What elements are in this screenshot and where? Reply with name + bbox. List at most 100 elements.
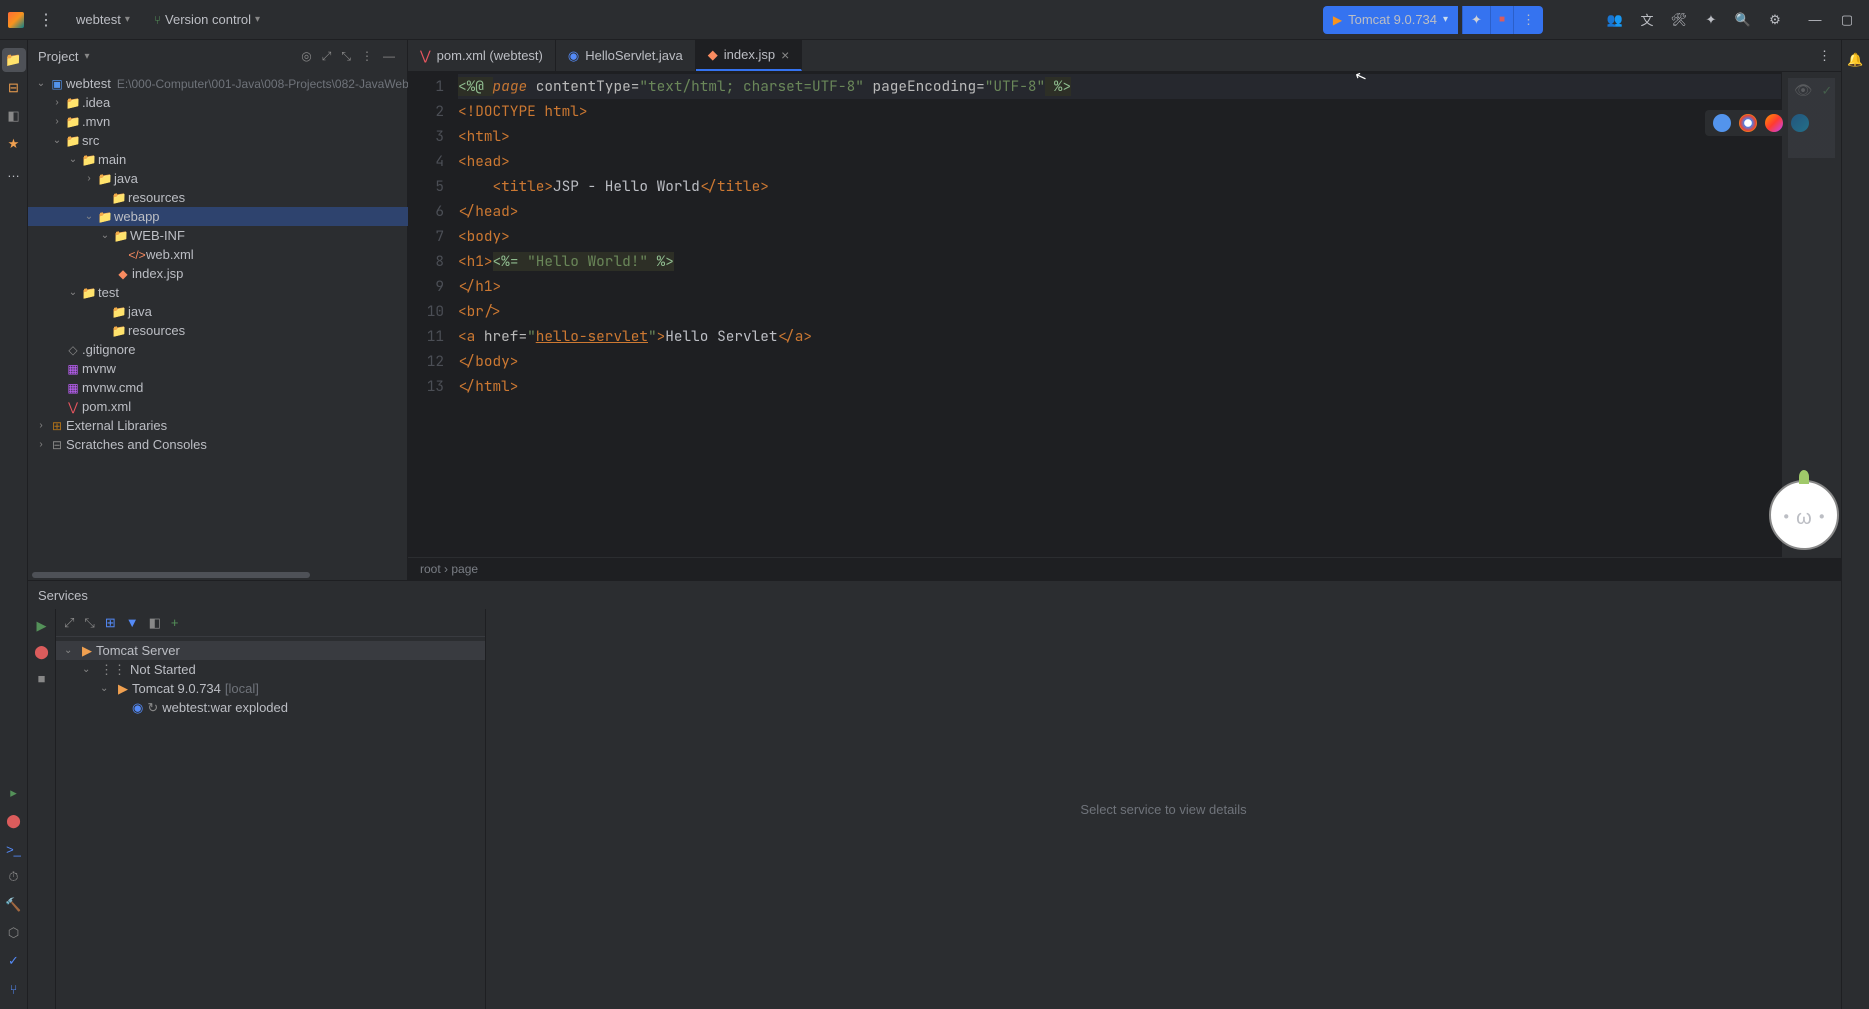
- service-row[interactable]: ⌄ ▶ Tomcat Server: [56, 641, 485, 660]
- service-row[interactable]: ◉ ↻ webtest:war exploded: [56, 698, 485, 717]
- builtin-preview-icon[interactable]: [1713, 114, 1731, 132]
- debug-service-button[interactable]: ⬤: [31, 641, 53, 663]
- code-token: contentType=: [527, 77, 639, 96]
- service-row[interactable]: ⌄ ⋮⋮ Not Started: [56, 660, 485, 679]
- chevron-right-icon: ›: [34, 439, 48, 450]
- tree-row[interactable]: › ⊟ Scratches and Consoles: [28, 435, 408, 454]
- tab-jsp[interactable]: ◆ index.jsp ×: [696, 40, 803, 71]
- minimize-icon[interactable]: —: [1801, 6, 1829, 34]
- terminal-tool-button[interactable]: >_: [2, 837, 26, 861]
- collapse-all-icon[interactable]: ⤡: [339, 47, 353, 66]
- run-more-button[interactable]: ⋮: [1513, 6, 1543, 34]
- debug-button[interactable]: ✦: [1462, 6, 1490, 34]
- code-token: pageEncoding=: [864, 77, 985, 96]
- tree-label: main: [98, 152, 126, 167]
- notifications-icon[interactable]: 🔔: [1844, 48, 1868, 72]
- tree-row[interactable]: ⋁ pom.xml: [28, 397, 408, 416]
- tree-row-selected[interactable]: ⌄ 📁 webapp: [28, 207, 408, 226]
- code-token: JSP - Hello World: [553, 177, 700, 196]
- services-panel: Services ▶ ⬤ ■ ⤢ ⤡ ⊞ ▼ ◧: [28, 580, 1841, 1009]
- tab-servlet[interactable]: ◉ HelloServlet.java: [556, 40, 696, 71]
- tomcat-icon: ▶: [118, 681, 128, 697]
- tree-row[interactable]: ⌄ 📁 main: [28, 150, 408, 169]
- search-icon[interactable]: 🔍: [1729, 6, 1757, 34]
- build-tool-button[interactable]: 🔨: [2, 893, 26, 917]
- run-service-button[interactable]: ▶: [31, 615, 53, 637]
- layout-icon[interactable]: ◧: [149, 615, 161, 631]
- tools-icon[interactable]: 🛠: [1665, 6, 1693, 34]
- tree-row[interactable]: › 📁 .idea: [28, 93, 408, 112]
- code-content[interactable]: <%@ page contentType="text/html; charset…: [458, 72, 1781, 557]
- tree-row[interactable]: › ⊞ External Libraries: [28, 416, 408, 435]
- commit-tool-button[interactable]: ⊟: [2, 76, 26, 100]
- folder-icon: 📁: [80, 286, 98, 300]
- collapse-icon[interactable]: ⤡: [84, 615, 94, 631]
- project-selector[interactable]: webtest ▾: [68, 9, 138, 30]
- tree-label: .idea: [82, 95, 110, 110]
- left-tool-rail: 📁 ⊟ ◧ ★ … ▸ ⬤ >_ ⏱ 🔨 ⬡ ✓ ⑂: [0, 40, 28, 1009]
- structure-tool-button[interactable]: ◧: [2, 104, 26, 128]
- service-row[interactable]: ⌄ ▶ Tomcat 9.0.734 [local]: [56, 679, 485, 698]
- tree-row[interactable]: ⌄ 📁 WEB-INF: [28, 226, 408, 245]
- tree-row[interactable]: ⌄ 📁 test: [28, 283, 408, 302]
- stop-service-button[interactable]: ■: [31, 667, 53, 689]
- translate-icon[interactable]: 文: [1633, 6, 1661, 34]
- ai-assistant-icon[interactable]: ✦: [1697, 6, 1725, 34]
- hide-panel-icon[interactable]: —: [381, 47, 397, 65]
- grid-icon[interactable]: ⊞: [105, 615, 116, 631]
- tree-row[interactable]: ▦ mvnw: [28, 359, 408, 378]
- select-opened-file-icon[interactable]: ◎: [299, 47, 313, 65]
- project-tool-button[interactable]: 📁: [2, 48, 26, 72]
- tree-row[interactable]: ▦ mvnw.cmd: [28, 378, 408, 397]
- run-configuration-selector[interactable]: ▶ Tomcat 9.0.734 ▾: [1323, 6, 1458, 34]
- project-tree[interactable]: ⌄ ▣ webtest E:\000-Computer\001-Java\008…: [28, 72, 408, 570]
- vcs-selector[interactable]: ⑂ Version control ▾: [146, 9, 268, 30]
- right-tool-rail: 🔔: [1841, 40, 1869, 1009]
- tab-pom[interactable]: ⋁ pom.xml (webtest): [408, 40, 556, 71]
- panel-options-icon[interactable]: ⋮: [359, 47, 375, 65]
- horizontal-scrollbar[interactable]: [32, 572, 403, 578]
- tree-row[interactable]: </> web.xml: [28, 245, 408, 264]
- services-tree[interactable]: ⌄ ▶ Tomcat Server ⌄ ⋮⋮ Not Started ⌄: [56, 637, 485, 1009]
- close-tab-icon[interactable]: ×: [781, 47, 789, 63]
- code-token: Hello Servlet: [665, 327, 777, 346]
- add-service-icon[interactable]: +: [171, 615, 179, 630]
- firefox-icon[interactable]: [1765, 114, 1783, 132]
- stop-button[interactable]: ■: [1490, 6, 1513, 34]
- more-tool-button[interactable]: …: [2, 160, 26, 184]
- settings-icon[interactable]: ⚙: [1761, 6, 1789, 34]
- expand-icon[interactable]: ⤢: [64, 615, 74, 631]
- tabs-more-icon[interactable]: ⋮: [1808, 40, 1841, 71]
- chevron-down-icon[interactable]: ▾: [84, 51, 89, 62]
- tree-row-root[interactable]: ⌄ ▣ webtest E:\000-Computer\001-Java\008…: [28, 74, 408, 93]
- tree-path-hint: E:\000-Computer\001-Java\008-Projects\08…: [117, 77, 408, 91]
- services-tool-button[interactable]: ⏱: [2, 865, 26, 889]
- tree-row[interactable]: ◆ index.jsp: [28, 264, 408, 283]
- tree-row[interactable]: 📁 java: [28, 302, 408, 321]
- tree-row[interactable]: 📁 resources: [28, 321, 408, 340]
- problems-tool-button[interactable]: ⬡: [2, 921, 26, 945]
- code-token: </body>: [458, 352, 518, 371]
- tree-row[interactable]: › 📁 java: [28, 169, 408, 188]
- editor-breadcrumbs[interactable]: root › page: [408, 557, 1841, 580]
- tree-row[interactable]: ⌄ 📁 src: [28, 131, 408, 150]
- code-with-me-icon[interactable]: 👥: [1601, 6, 1629, 34]
- tree-row[interactable]: › 📁 .mvn: [28, 112, 408, 131]
- resources-folder-icon: 📁: [110, 191, 128, 205]
- maximize-icon[interactable]: ▢: [1833, 6, 1861, 34]
- main-menu-icon[interactable]: ⋮: [32, 6, 60, 34]
- bookmarks-tool-button[interactable]: ★: [2, 132, 26, 156]
- code-editor[interactable]: 1 2 3 4 5 6 7 8 9 10 11 12 13: [408, 72, 1841, 557]
- debug-tool-button[interactable]: ⬤: [2, 809, 26, 833]
- chrome-icon[interactable]: [1739, 114, 1757, 132]
- git-tool-button[interactable]: ⑂: [2, 977, 26, 1001]
- tree-row[interactable]: ◇ .gitignore: [28, 340, 408, 359]
- tree-row[interactable]: 📁 resources: [28, 188, 408, 207]
- services-header: Services: [28, 581, 1841, 609]
- expand-all-icon[interactable]: ⤢: [320, 47, 334, 66]
- run-tool-button[interactable]: ▸: [2, 781, 26, 805]
- artifact-icon: ◉: [132, 700, 143, 716]
- filter-icon[interactable]: ▼: [126, 615, 139, 630]
- maven-file-icon: ⋁: [420, 48, 431, 64]
- todo-tool-button[interactable]: ✓: [2, 949, 26, 973]
